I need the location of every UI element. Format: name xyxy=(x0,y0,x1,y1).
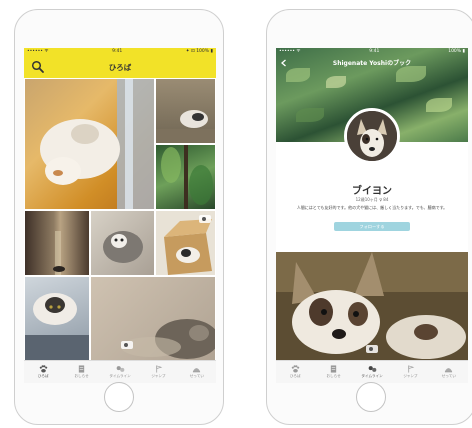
home-button[interactable] xyxy=(104,382,134,412)
tab-hiroba[interactable]: ひろば xyxy=(24,361,62,383)
tab-jump[interactable]: ジャンプ xyxy=(139,361,177,383)
flag-icon xyxy=(156,365,163,373)
home-button[interactable] xyxy=(356,382,386,412)
grid-photo-cat-floor[interactable] xyxy=(155,78,216,144)
app-header: •••••• ᯤ 9:41 ✦ ⊡ 100% ▮ ひろば xyxy=(24,48,216,78)
nav-title: Shigenate Yoshiのブック xyxy=(332,60,412,67)
phone-left: •••••• ᯤ 9:41 ✦ ⊡ 100% ▮ ひろば ひろば おしらせ タイ… xyxy=(14,9,224,425)
tab-label: ジャンプ xyxy=(151,374,166,378)
tab-settings[interactable]: せってい xyxy=(430,361,468,383)
tab-label: ひろば xyxy=(37,374,49,378)
profile-bio: 人間にはとても友好的です。他の犬や猫には、厳しく当たります。でも、臆病です。 xyxy=(296,205,448,210)
left-screen: •••••• ᯤ 9:41 ✦ ⊡ 100% ▮ ひろば ひろば おしらせ タイ… xyxy=(24,48,216,383)
video-badge-icon xyxy=(121,341,133,349)
book-icon xyxy=(445,368,453,373)
tab-label: せってい xyxy=(189,374,204,378)
grid-photo-alley[interactable] xyxy=(24,210,90,276)
flag-icon xyxy=(408,365,415,373)
carrier-text: •••••• ᯤ xyxy=(27,49,49,54)
paws-icon xyxy=(368,366,376,372)
tab-label: ひろば xyxy=(289,374,301,378)
tab-label: ジャンプ xyxy=(403,374,418,378)
tab-jump[interactable]: ジャンプ xyxy=(391,361,429,383)
notice-icon xyxy=(330,365,337,373)
grid-photo-tabby[interactable] xyxy=(24,276,90,361)
post-photo[interactable] xyxy=(276,252,468,361)
tab-label: せってい xyxy=(441,374,456,378)
tab-timeline[interactable]: タイムライン xyxy=(353,361,391,383)
page-title: ひろば xyxy=(108,62,132,72)
tab-notice[interactable]: おしらせ xyxy=(314,361,352,383)
grid-photo-dog[interactable] xyxy=(90,276,216,361)
follow-button[interactable]: フォローする xyxy=(334,222,410,231)
battery-text: ✦ ⊡ 100% ▮ xyxy=(185,49,213,54)
status-bar: •••••• ᯤ 9:41 ✦ ⊡ 100% ▮ xyxy=(24,48,216,56)
tab-label: おしらせ xyxy=(326,374,341,378)
photo-grid xyxy=(24,78,216,361)
profile-name: ブイヨン xyxy=(352,186,392,197)
tab-timeline[interactable]: タイムライン xyxy=(101,361,139,383)
tab-label: おしらせ xyxy=(74,374,89,378)
book-icon xyxy=(193,368,201,373)
tab-bar: ひろば おしらせ タイムライン ジャンプ せってい xyxy=(276,360,468,383)
grid-photo-orange-cat[interactable] xyxy=(24,78,155,210)
video-badge-icon xyxy=(199,215,211,223)
profile-meta: 12歳10ヶ月 ♀ 84 xyxy=(355,197,389,202)
tab-notice[interactable]: おしらせ xyxy=(62,361,100,383)
battery-text: 100% ▮ xyxy=(448,49,465,54)
time-text: 9:41 xyxy=(369,49,380,54)
avatar[interactable] xyxy=(344,108,400,164)
status-bar: •••••• ᯤ 9:41 100% ▮ xyxy=(276,48,468,56)
time-text: 9:41 xyxy=(112,49,123,54)
tab-settings[interactable]: せってい xyxy=(178,361,216,383)
video-badge-icon xyxy=(366,345,378,353)
phone-right: •••••• ᯤ 9:41 100% ▮ Shigenate Yoshiのブック… xyxy=(266,9,472,425)
tab-label: タイムライン xyxy=(109,374,131,378)
paw-icon xyxy=(291,365,299,373)
carrier-text: •••••• ᯤ xyxy=(279,49,301,54)
grid-photo-kitten[interactable] xyxy=(90,210,155,276)
right-screen: •••••• ᯤ 9:41 100% ▮ Shigenate Yoshiのブック… xyxy=(276,48,468,383)
tab-label: タイムライン xyxy=(361,374,383,378)
search-icon[interactable] xyxy=(31,60,45,74)
tab-hiroba[interactable]: ひろば xyxy=(276,361,314,383)
paws-icon xyxy=(116,366,124,372)
grid-photo-cat-box[interactable] xyxy=(155,210,216,276)
tab-bar: ひろば おしらせ タイムライン ジャンプ せってい xyxy=(24,360,216,383)
notice-icon xyxy=(78,365,85,373)
paw-icon xyxy=(39,365,47,373)
grid-photo-plants[interactable] xyxy=(155,144,216,210)
